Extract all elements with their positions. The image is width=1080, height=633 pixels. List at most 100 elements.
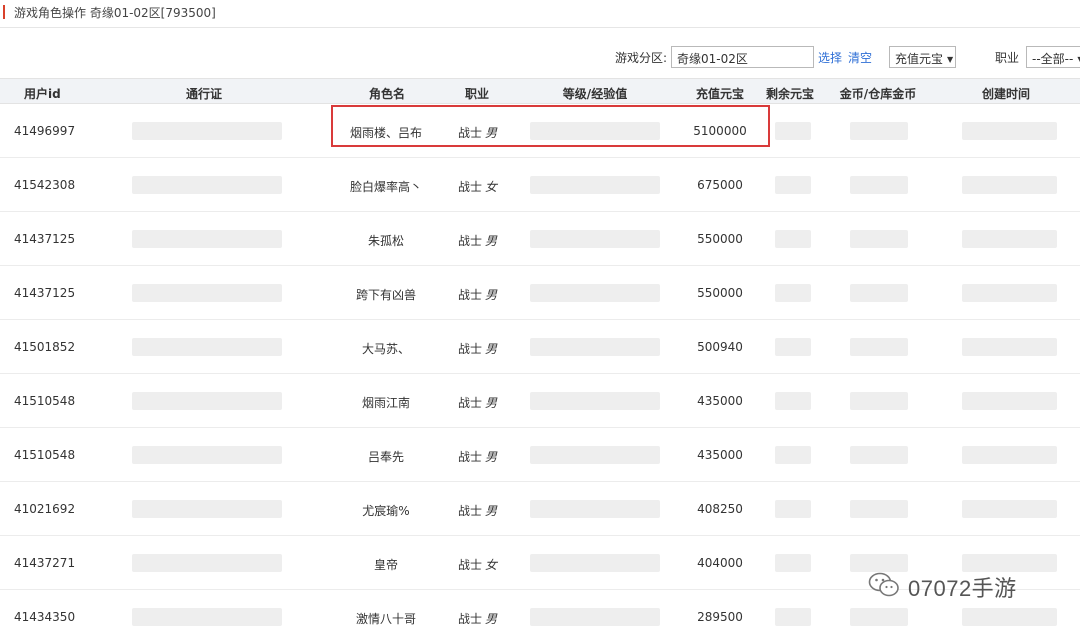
redacted-cell [775,230,811,248]
filter-bar: 游戏分区: 奇缘01-02区 选择 清空 充值元宝▼ 职业 --全部--▼ [0,44,1080,70]
role-name-cell: 跨下有凶兽 [355,288,417,302]
job-cell: 战士女 [458,178,497,195]
redacted-cell [962,446,1057,464]
recharge-cell: 500940 [697,340,743,354]
redacted-cell [530,608,660,626]
redacted-cell [530,338,660,356]
select-zone-link[interactable]: 选择 [818,49,842,66]
redacted-cell [962,500,1057,518]
role-name-cell: 尤宸瑜% [362,504,410,518]
redacted-cell [132,608,282,626]
table-row[interactable]: 41510548 吕奉先 战士男 435000 [0,428,1080,482]
table-row[interactable]: 41542308 脸白爆率高丶 战士女 675000 [0,158,1080,212]
redacted-cell [775,176,811,194]
job-text: 战士 [458,342,483,356]
role-name-cell: 大马苏、 [361,342,411,356]
redacted-cell [530,446,660,464]
user-id-cell: 41021692 [14,502,76,516]
redacted-cell [775,338,811,356]
table-row[interactable]: 41501852 大马苏、 战士男 500940 [0,320,1080,374]
role-name-cell: 烟雨江南 [361,396,411,410]
redacted-cell [530,554,660,572]
col-passport[interactable]: 通行证 [186,85,222,102]
col-created[interactable]: 创建时间 [982,85,1030,102]
role-name-cell: 皇帝 [373,558,399,572]
user-id-cell: 41501852 [14,340,76,354]
redacted-cell [775,500,811,518]
redacted-cell [775,608,811,626]
recharge-cell: 550000 [697,232,743,246]
job-text: 战士 [458,234,483,248]
col-gold[interactable]: 金币/仓库金币 [840,85,916,102]
gender-text: 男 [485,342,498,356]
highlight-box [331,105,770,147]
redacted-cell [132,230,282,248]
zone-label: 游戏分区: [615,51,668,65]
watermark: 07072手游 [868,569,1068,603]
user-id-cell: 41542308 [14,178,76,192]
redacted-cell [962,284,1057,302]
col-recharge[interactable]: 充值元宝 [696,85,744,102]
page-header: 游戏角色操作 奇缘01-02区[793500] [0,0,1080,28]
user-id-cell: 41437125 [14,286,76,300]
redacted-cell [132,500,282,518]
watermark-text: 07072手游 [908,576,1017,601]
col-role-name[interactable]: 角色名 [369,85,405,102]
job-label: 职业 [995,51,1020,65]
redacted-cell [850,176,908,194]
redacted-cell [530,230,660,248]
recharge-cell: 550000 [697,286,743,300]
redacted-cell [775,446,811,464]
zone-input[interactable]: 奇缘01-02区 [671,46,814,68]
gender-text: 男 [485,612,498,626]
col-remaining[interactable]: 剩余元宝 [766,85,814,102]
redacted-cell [775,392,811,410]
redacted-cell [530,284,660,302]
redacted-cell [850,284,908,302]
redacted-cell [850,500,908,518]
redacted-cell [850,608,908,626]
role-name-cell: 吕奉先 [367,450,405,464]
job-cell: 战士男 [458,286,497,303]
redacted-cell [850,230,908,248]
recharge-cell: 435000 [697,394,743,408]
job-text: 战士 [458,504,483,518]
redacted-cell [132,554,282,572]
job-cell: 战士男 [458,448,497,465]
redacted-cell [962,392,1057,410]
clear-zone-link[interactable]: 清空 [848,49,872,66]
gender-text: 男 [485,396,498,410]
gender-text: 男 [485,288,498,302]
redacted-cell [962,338,1057,356]
job-text: 战士 [458,558,483,572]
job-select[interactable]: --全部--▼ [1026,46,1080,68]
job-cell: 战士男 [458,340,497,357]
job-text: 战士 [458,180,483,194]
table-header: 用户id 通行证 角色名 职业 等级/经验值 充值元宝 剩余元宝 金币/仓库金币… [0,78,1080,104]
redacted-cell [132,446,282,464]
gender-text: 男 [485,450,498,464]
redacted-cell [775,122,811,140]
page-title: 游戏角色操作 奇缘01-02区[793500] [14,6,216,20]
redacted-cell [132,284,282,302]
col-job[interactable]: 职业 [465,85,489,102]
recharge-cell: 404000 [697,556,743,570]
job-text: 战士 [458,612,483,626]
col-level-exp[interactable]: 等级/经验值 [563,85,627,102]
job-cell: 战士男 [458,394,497,411]
table-row[interactable]: 41021692 尤宸瑜% 战士男 408250 [0,482,1080,536]
recharge-cell: 289500 [697,610,743,624]
job-text: 战士 [458,288,483,302]
redacted-cell [530,500,660,518]
sort-select[interactable]: 充值元宝 ▼ [889,46,956,68]
user-id-cell: 41437125 [14,232,76,246]
table-row[interactable]: 41437125 跨下有凶兽 战士男 550000 [0,266,1080,320]
role-name-cell: 脸白爆率高丶 [349,180,423,194]
redacted-cell [132,392,282,410]
redacted-cell [850,338,908,356]
col-user-id[interactable]: 用户id [24,85,61,102]
redacted-cell [132,338,282,356]
table-row[interactable]: 41437125 朱孤松 战士男 550000 [0,212,1080,266]
role-name-cell: 朱孤松 [367,234,405,248]
table-row[interactable]: 41510548 烟雨江南 战士男 435000 [0,374,1080,428]
